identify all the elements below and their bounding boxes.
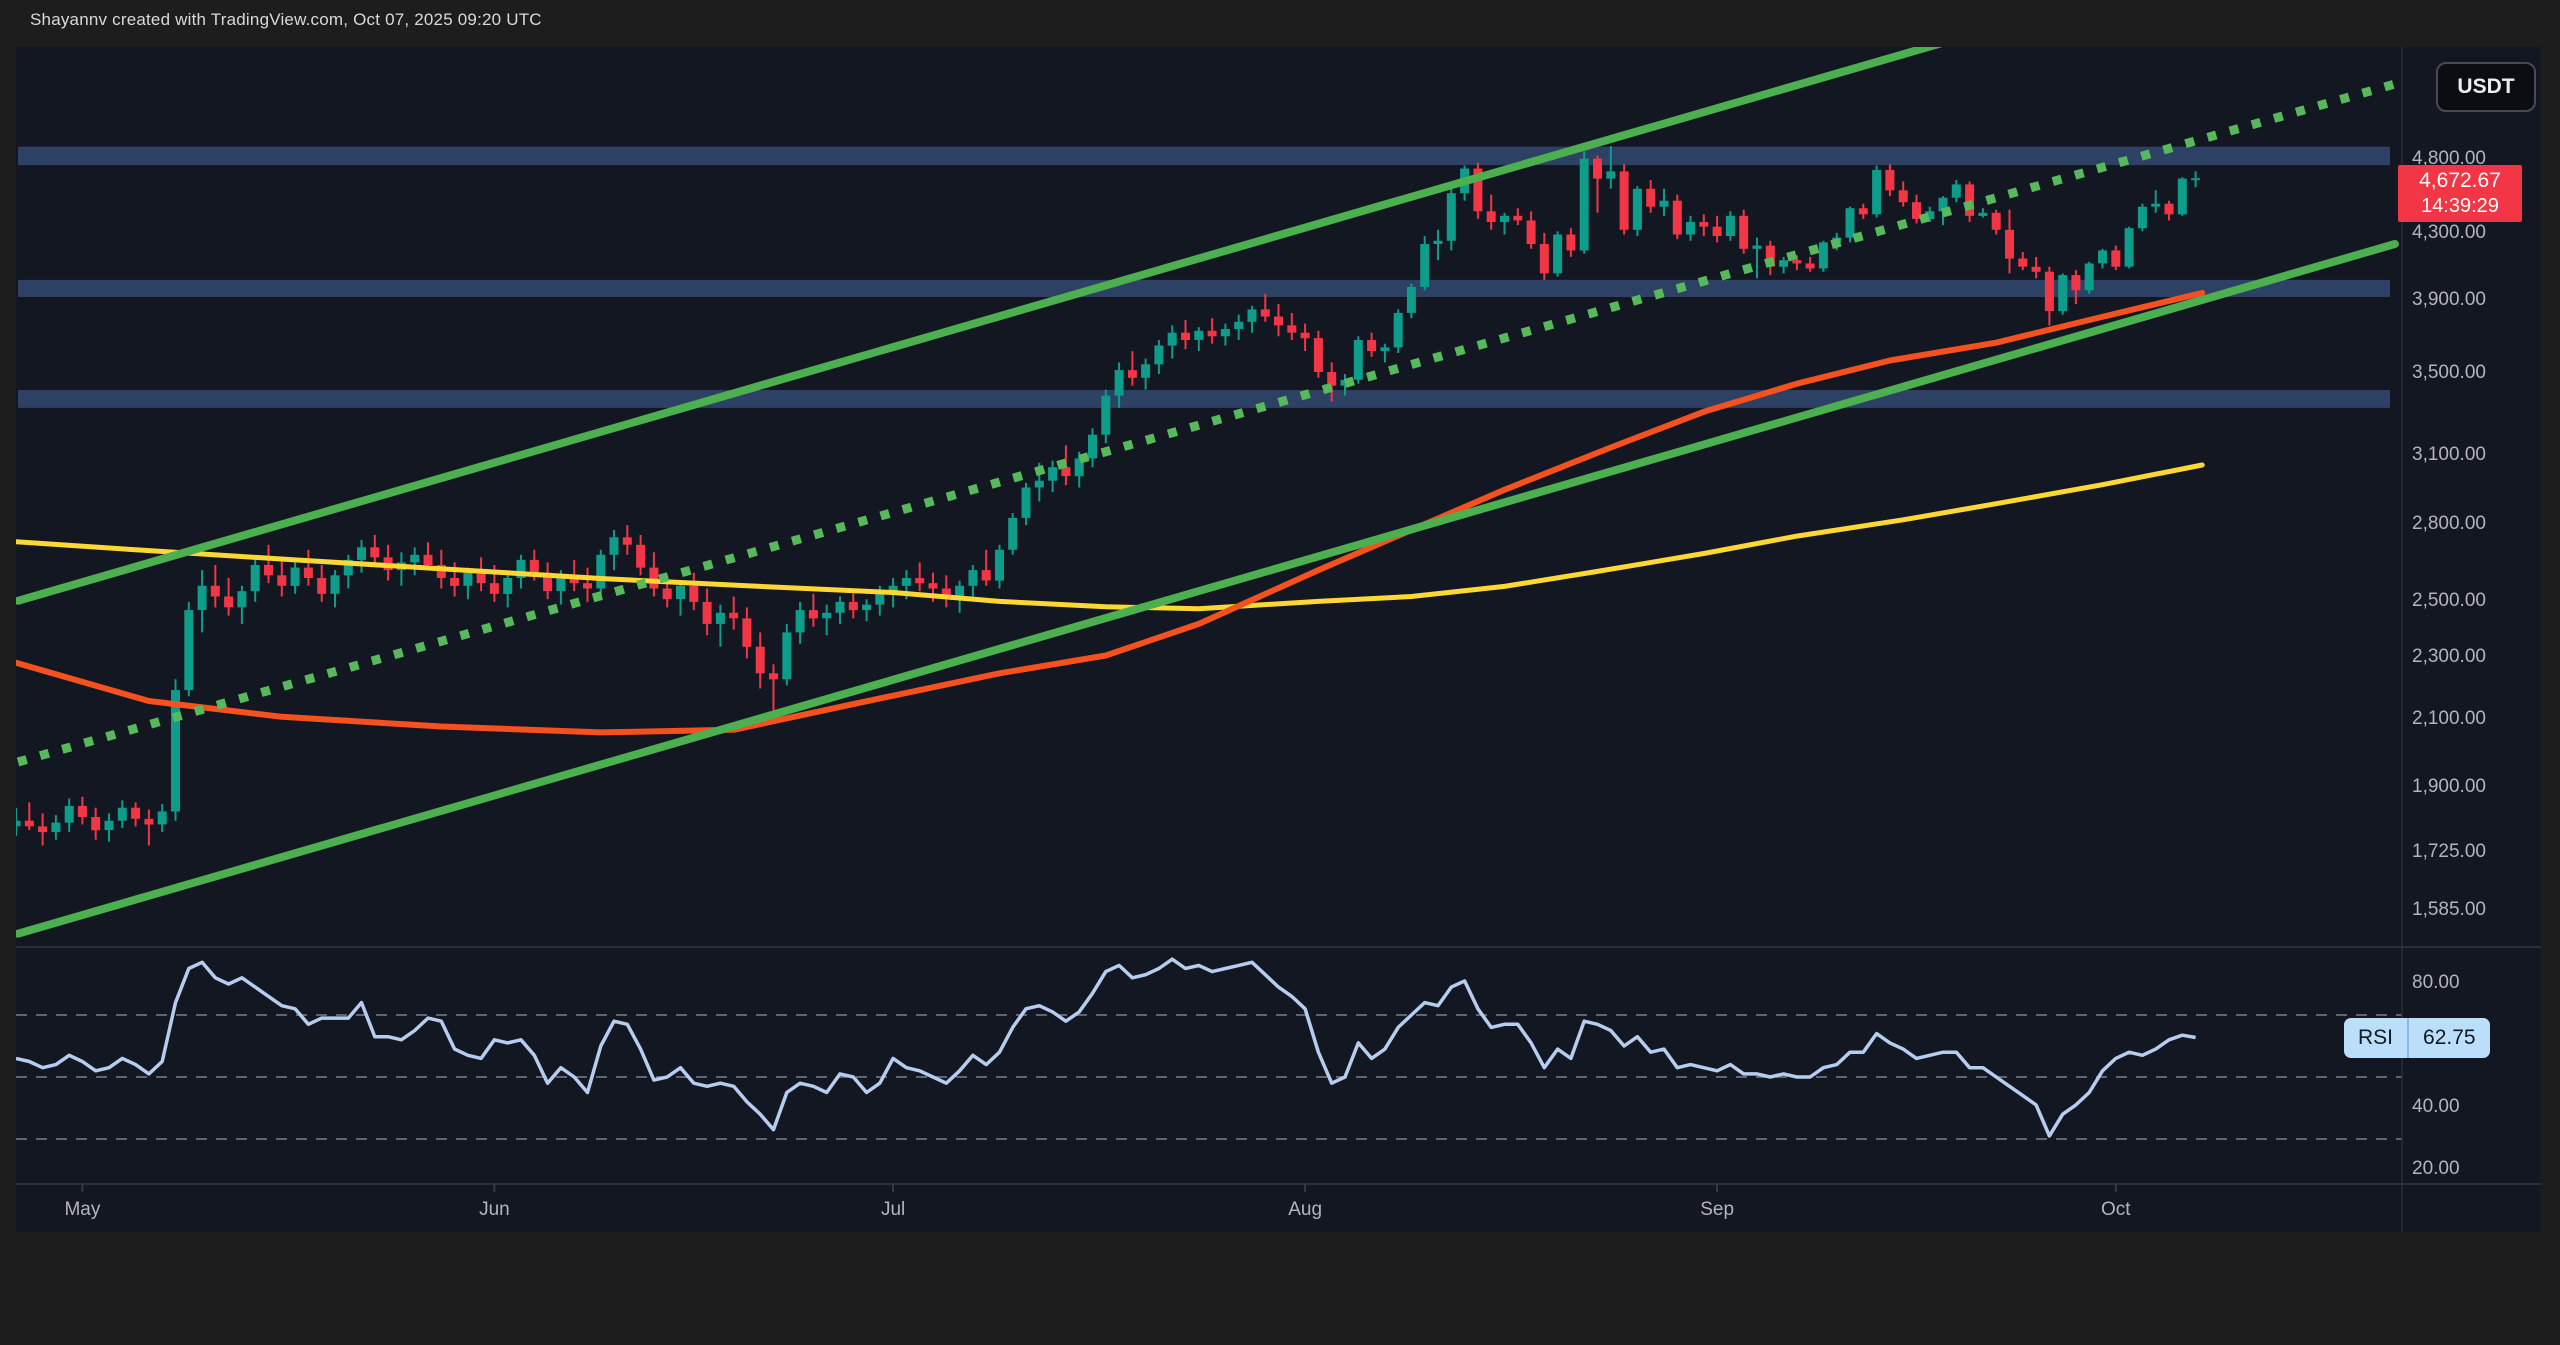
rsi-value: 62.75 xyxy=(2409,1026,2490,1050)
rsi-label: RSI xyxy=(2344,1026,2407,1050)
price-tick-label: 2,300.00 xyxy=(2412,646,2486,668)
rsi-tick-label: 20.00 xyxy=(2412,1158,2460,1180)
month-label-oct: Oct xyxy=(2101,1199,2131,1221)
ma-100-orange xyxy=(16,293,2202,733)
quote-currency-button[interactable]: USDT xyxy=(2436,62,2536,112)
price-tick-label: 2,800.00 xyxy=(2412,513,2486,535)
price-tick-label: 1,585.00 xyxy=(2412,899,2486,921)
price-tick-label: 4,300.00 xyxy=(2412,222,2486,244)
month-label-jun: Jun xyxy=(479,1199,510,1221)
rsi-tick-label: 40.00 xyxy=(2412,1096,2460,1118)
rsi-value-badge: RSI 62.75 xyxy=(2344,1018,2490,1058)
ma-200-yellow xyxy=(16,465,2202,609)
tradingview-snapshot: Shayannv created with TradingView.com, O… xyxy=(0,0,2560,1345)
zone-support-3950 xyxy=(18,280,2390,297)
price-tick-label: 3,900.00 xyxy=(2412,289,2486,311)
channel-upper-line[interactable] xyxy=(18,0,2142,601)
snapshot-footer: TradingView xyxy=(0,1232,2560,1345)
rsi-tick-label: 80.00 xyxy=(2412,972,2460,994)
zone-resistance-4800 xyxy=(18,147,2390,165)
last-price-badge: 4,672.67 14:39:29 xyxy=(2398,165,2522,222)
price-tick-label: 3,100.00 xyxy=(2412,444,2486,466)
bar-countdown: 14:39:29 xyxy=(2421,194,2499,219)
price-tick-label: 2,100.00 xyxy=(2412,708,2486,730)
month-label-aug: Aug xyxy=(1288,1199,1322,1221)
month-label-jul: Jul xyxy=(881,1199,905,1221)
chart-canvas[interactable] xyxy=(0,0,2560,1345)
last-price-value: 4,672.67 xyxy=(2419,168,2501,194)
month-label-sep: Sep xyxy=(1700,1199,1734,1221)
price-tick-label: 1,725.00 xyxy=(2412,841,2486,863)
dotted-trendline[interactable] xyxy=(18,76,2422,762)
price-tick-label: 1,900.00 xyxy=(2412,776,2486,798)
month-label-may: May xyxy=(64,1199,100,1221)
price-tick-label: 3,500.00 xyxy=(2412,362,2486,384)
zone-support-3380 xyxy=(18,390,2390,408)
rsi-line xyxy=(16,959,2196,1136)
price-tick-label: 2,500.00 xyxy=(2412,590,2486,612)
candlestick-series xyxy=(12,146,2201,846)
channel-lower-line[interactable] xyxy=(18,244,2395,934)
